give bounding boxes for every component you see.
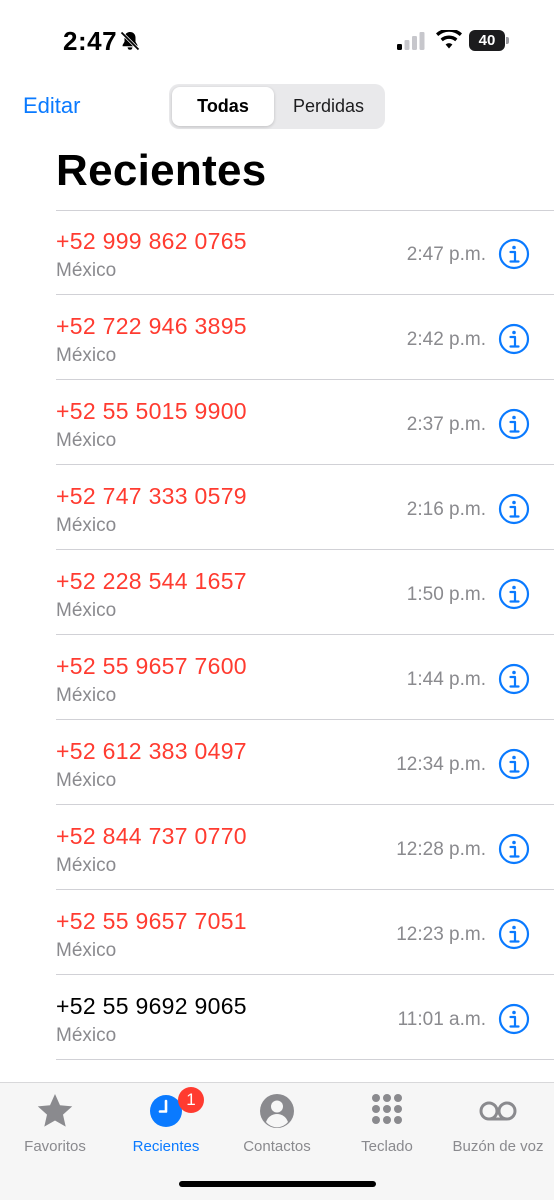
- call-row[interactable]: +52 722 946 3895 México 2:42 p.m.: [0, 295, 554, 380]
- tab-label: Contactos: [243, 1138, 311, 1155]
- call-time: 12:28 p.m.: [396, 839, 486, 860]
- call-time: 1:44 p.m.: [406, 669, 486, 690]
- info-icon[interactable]: [498, 918, 530, 950]
- status-time: 2:47: [63, 26, 118, 56]
- call-number: +52 844 737 0770: [56, 823, 247, 849]
- call-row[interactable]: +52 747 333 0579 México 2:16 p.m.: [0, 465, 554, 550]
- info-icon[interactable]: [498, 748, 530, 780]
- tab-recientes[interactable]: 1 Recientes: [111, 1087, 221, 1155]
- call-country: México: [56, 600, 117, 621]
- call-row[interactable]: +52 55 9657 7051 México 12:23 p.m.: [0, 890, 554, 975]
- bell-slash-icon: [120, 31, 140, 51]
- star-icon: [37, 1094, 73, 1127]
- call-number: +52 55 9692 9065: [56, 993, 247, 1019]
- status-bar: 2:47 40: [0, 0, 554, 80]
- wifi-icon: [436, 30, 462, 49]
- call-time: 12:34 p.m.: [396, 754, 486, 775]
- call-country: México: [56, 855, 117, 876]
- call-time: 2:37 p.m.: [406, 414, 486, 435]
- tab-favoritos[interactable]: Favoritos: [0, 1091, 110, 1155]
- battery-indicator: 40: [469, 30, 509, 51]
- home-indicator: [179, 1181, 376, 1187]
- info-icon[interactable]: [498, 1003, 530, 1035]
- info-icon[interactable]: [498, 833, 530, 865]
- call-row[interactable]: +52 55 9657 7600 México 1:44 p.m.: [0, 635, 554, 720]
- call-country: México: [56, 770, 117, 791]
- info-icon[interactable]: [498, 238, 530, 270]
- tab-buzon-de-voz[interactable]: Buzón de voz: [443, 1091, 553, 1155]
- call-number: +52 55 5015 9900: [56, 398, 247, 424]
- call-time: 2:42 p.m.: [406, 329, 486, 350]
- info-icon[interactable]: [498, 323, 530, 355]
- call-time: 1:50 p.m.: [406, 584, 486, 605]
- voicemail-icon: [479, 1101, 517, 1121]
- call-row[interactable]: +52 228 544 1657 México 1:50 p.m.: [0, 550, 554, 635]
- call-number: +52 228 544 1657: [56, 568, 247, 594]
- call-country: México: [56, 260, 117, 281]
- recent-calls-list: +52 999 862 0765 México 2:47 p.m. +52 72…: [0, 210, 554, 1060]
- call-country: México: [56, 345, 117, 366]
- tab-label: Teclado: [361, 1138, 413, 1155]
- call-time: 2:16 p.m.: [406, 499, 486, 520]
- missed-calls-badge: 1: [178, 1087, 204, 1113]
- info-icon[interactable]: [498, 578, 530, 610]
- call-country: México: [56, 1025, 117, 1046]
- person-icon: [260, 1094, 294, 1128]
- segment-todas[interactable]: Todas: [172, 87, 274, 126]
- tab-contactos[interactable]: Contactos: [222, 1091, 332, 1155]
- tab-teclado[interactable]: Teclado: [332, 1091, 442, 1155]
- battery-level: 40: [478, 32, 496, 49]
- info-icon[interactable]: [498, 408, 530, 440]
- signal-icon: [397, 32, 425, 50]
- info-icon[interactable]: [498, 663, 530, 695]
- call-country: México: [56, 515, 117, 536]
- call-number: +52 55 9657 7600: [56, 653, 247, 679]
- info-icon[interactable]: [498, 493, 530, 525]
- call-row[interactable]: +52 612 383 0497 México 12:34 p.m.: [0, 720, 554, 805]
- segmented-control: Todas Perdidas: [169, 84, 385, 129]
- call-row[interactable]: +52 55 5015 9900 México 2:37 p.m.: [0, 380, 554, 465]
- call-row[interactable]: +52 844 737 0770 México 12:28 p.m.: [0, 805, 554, 890]
- tab-label: Recientes: [132, 1138, 200, 1155]
- keypad-icon: [372, 1094, 402, 1124]
- call-number: +52 55 9657 7051: [56, 908, 247, 934]
- call-number: +52 612 383 0497: [56, 738, 247, 764]
- call-row[interactable]: +52 55 9692 9065 México 11:01 a.m.: [0, 975, 554, 1060]
- tab-label: Favoritos: [24, 1138, 86, 1155]
- call-number: +52 999 862 0765: [56, 228, 247, 254]
- page-title: Recientes: [56, 146, 267, 195]
- call-time: 12:23 p.m.: [396, 924, 486, 945]
- call-number: +52 722 946 3895: [56, 313, 247, 339]
- call-country: México: [56, 430, 117, 451]
- edit-button[interactable]: Editar: [23, 93, 80, 119]
- call-row[interactable]: +52 999 862 0765 México 2:47 p.m.: [0, 210, 554, 295]
- call-country: México: [56, 685, 117, 706]
- call-time: 11:01 a.m.: [397, 1009, 486, 1030]
- call-time: 2:47 p.m.: [406, 244, 486, 265]
- call-number: +52 747 333 0579: [56, 483, 247, 509]
- segment-perdidas[interactable]: Perdidas: [275, 87, 382, 126]
- tab-label: Buzón de voz: [452, 1138, 544, 1155]
- call-country: México: [56, 940, 117, 961]
